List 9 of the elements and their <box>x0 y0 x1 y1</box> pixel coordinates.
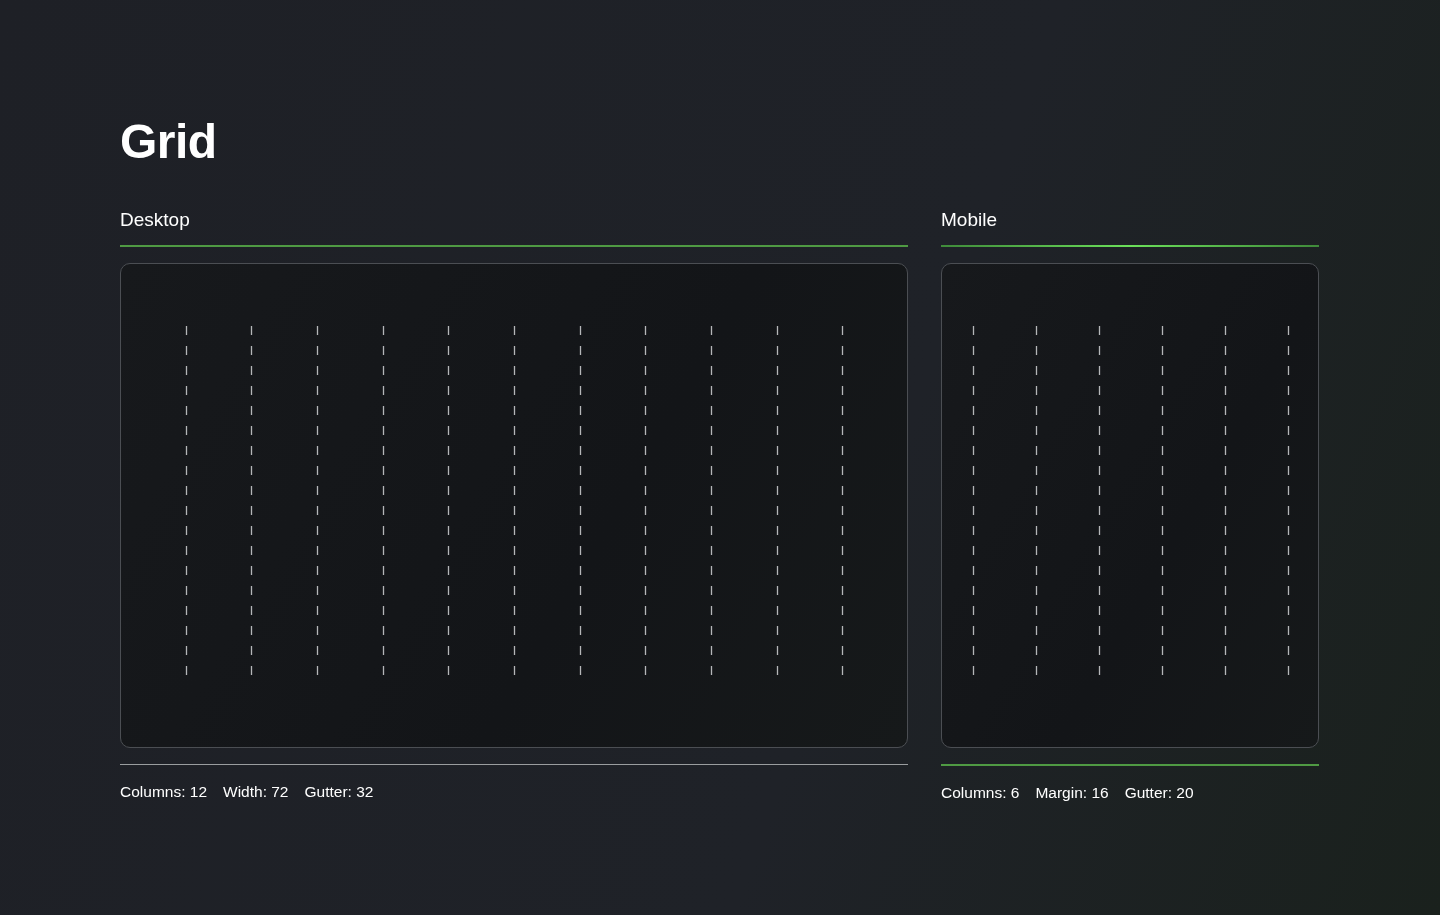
spec-label: Gutter: 32 <box>304 782 374 802</box>
spec-label: Gutter: 20 <box>1124 783 1194 803</box>
spec-label: Width: 72 <box>223 782 289 802</box>
spec-label: Margin: 16 <box>1035 783 1109 803</box>
section-heading: Desktop <box>120 210 908 247</box>
spec-label: Columns: 6 <box>941 783 1020 803</box>
spec-label: Columns: 12 <box>120 782 207 802</box>
page-title: Grid <box>120 118 218 166</box>
section-heading: Mobile <box>941 210 1319 247</box>
